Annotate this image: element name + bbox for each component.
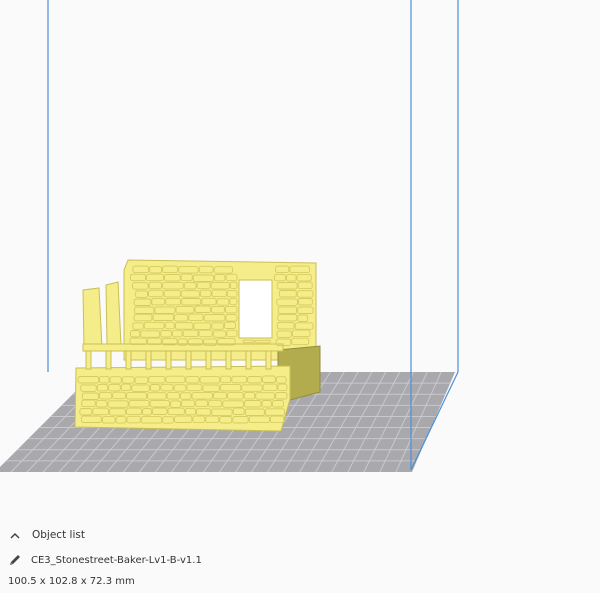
object-name-row: CE3_Stonestreet-Baker-Lv1-B-v1.1 [8, 552, 202, 568]
object-dimensions: 100.5 x 102.8 x 72.3 mm [8, 576, 135, 587]
object-panel: Object list CE3_Stonestreet-Baker-Lv1-B-… [0, 520, 600, 593]
object-list-toggle[interactable]: Object list [10, 527, 85, 543]
pencil-icon[interactable] [8, 553, 22, 567]
object-list-label: Object list [32, 529, 85, 541]
3d-viewport[interactable] [0, 0, 600, 510]
3d-model-stone-ruin[interactable] [74, 259, 321, 432]
chevron-up-icon [10, 532, 20, 539]
object-name[interactable]: CE3_Stonestreet-Baker-Lv1-B-v1.1 [31, 555, 202, 566]
model-left-pillars [82, 281, 122, 349]
model-window [238, 279, 273, 339]
scene [0, 0, 459, 473]
